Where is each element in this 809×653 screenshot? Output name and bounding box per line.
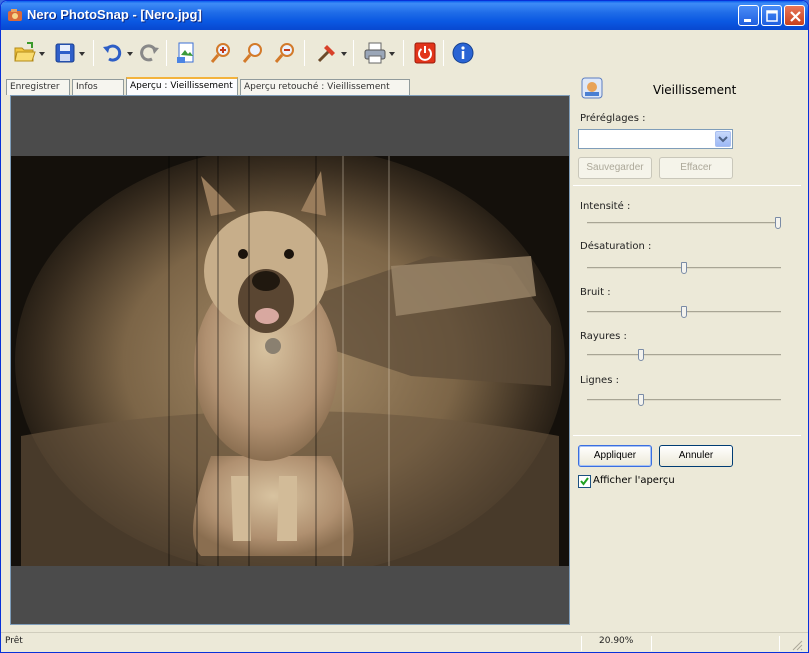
tab-infos[interactable]: Infos [72, 79, 124, 95]
presets-dropdown[interactable] [578, 129, 733, 149]
toolbar-separator [166, 40, 167, 66]
intensity-label: Intensité : [580, 201, 631, 212]
close-button[interactable] [784, 5, 805, 26]
noise-slider[interactable] [587, 306, 781, 318]
lines-label: Lignes : [580, 375, 619, 386]
minimize-button[interactable] [738, 5, 759, 26]
zoom-in-icon[interactable] [209, 41, 233, 65]
tab-apercu-vieillissement[interactable]: Aperçu : Vieillissement [126, 77, 238, 95]
cancel-button[interactable]: Annuler [659, 445, 733, 467]
toolbar-separator [304, 40, 305, 66]
status-divider [651, 636, 652, 651]
slider-track [587, 399, 781, 401]
toolbar-separator [443, 40, 444, 66]
slider-track [587, 354, 781, 356]
preview-pane[interactable] [10, 95, 570, 625]
status-divider [581, 636, 582, 651]
toolbar-separator [93, 40, 94, 66]
info-icon[interactable] [451, 41, 475, 65]
dropdown-button[interactable] [715, 131, 731, 147]
delete-preset-button[interactable]: Effacer [659, 157, 733, 179]
zoom-fit-icon[interactable] [241, 41, 265, 65]
slider-track [587, 222, 781, 224]
checkmark-icon [580, 477, 589, 486]
slider-thumb[interactable] [681, 262, 687, 274]
tools-icon[interactable] [315, 41, 339, 65]
presets-label: Préréglages : [580, 113, 646, 124]
maximize-button[interactable] [761, 5, 782, 26]
tab-apercu-retouche[interactable]: Aperçu retouché : Vieillissement [240, 79, 410, 95]
aging-effect-icon [581, 77, 603, 99]
chevron-down-icon[interactable] [389, 52, 395, 56]
scratches-label: Rayures : [580, 331, 627, 342]
save-icon[interactable] [53, 41, 77, 65]
desaturation-label: Désaturation : [580, 241, 652, 252]
slider-thumb[interactable] [681, 306, 687, 318]
window-title: Nero PhotoSnap - [Nero.jpg] [27, 7, 202, 22]
status-text: Prêt [5, 636, 23, 646]
power-icon[interactable] [413, 41, 437, 65]
show-preview-label: Afficher l'aperçu [593, 475, 675, 486]
status-bar: Prêt 20.90% [1, 632, 808, 652]
panel-divider [573, 435, 801, 436]
show-preview-checkbox[interactable] [578, 475, 591, 488]
status-divider [779, 636, 780, 651]
print-icon[interactable] [363, 41, 387, 65]
open-folder-icon[interactable] [13, 41, 37, 65]
noise-label: Bruit : [580, 287, 611, 298]
apply-button[interactable]: Appliquer [578, 445, 652, 467]
aged-photo-image [11, 156, 569, 566]
app-window: Nero PhotoSnap - [Nero.jpg] Enregistrer … [0, 0, 809, 653]
panel-title: Vieillissement [653, 83, 737, 97]
tab-enregistrer[interactable]: Enregistrer [6, 79, 70, 95]
save-preset-button[interactable]: Sauvegarder [578, 157, 652, 179]
toolbar-separator [403, 40, 404, 66]
undo-icon[interactable] [101, 41, 125, 65]
preview-image [11, 156, 569, 566]
chevron-down-icon[interactable] [341, 52, 347, 56]
panel-divider [573, 185, 801, 186]
zoom-level: 20.90% [599, 636, 634, 646]
chevron-down-icon[interactable] [39, 52, 45, 56]
scratches-slider[interactable] [587, 349, 781, 361]
crop-icon[interactable] [175, 41, 199, 65]
zoom-out-icon[interactable] [273, 41, 297, 65]
close-icon [790, 11, 801, 22]
slider-thumb[interactable] [638, 394, 644, 406]
chevron-down-icon[interactable] [127, 52, 133, 56]
app-icon [8, 9, 22, 21]
chevron-down-icon[interactable] [79, 52, 85, 56]
redo-icon[interactable] [137, 41, 161, 65]
effect-panel: Vieillissement Préréglages : Sauvegarder… [573, 71, 801, 631]
title-bar[interactable]: Nero PhotoSnap - [Nero.jpg] [1, 1, 808, 30]
resize-grip-icon[interactable] [791, 639, 803, 651]
slider-thumb[interactable] [775, 217, 781, 229]
lines-slider[interactable] [587, 394, 781, 406]
slider-thumb[interactable] [638, 349, 644, 361]
intensity-slider[interactable] [587, 217, 781, 229]
chevron-down-icon [718, 136, 728, 143]
desaturation-slider[interactable] [587, 262, 781, 274]
toolbar-separator [353, 40, 354, 66]
minimize-icon [744, 19, 751, 22]
toolbar [1, 30, 808, 74]
maximize-icon [766, 10, 778, 22]
